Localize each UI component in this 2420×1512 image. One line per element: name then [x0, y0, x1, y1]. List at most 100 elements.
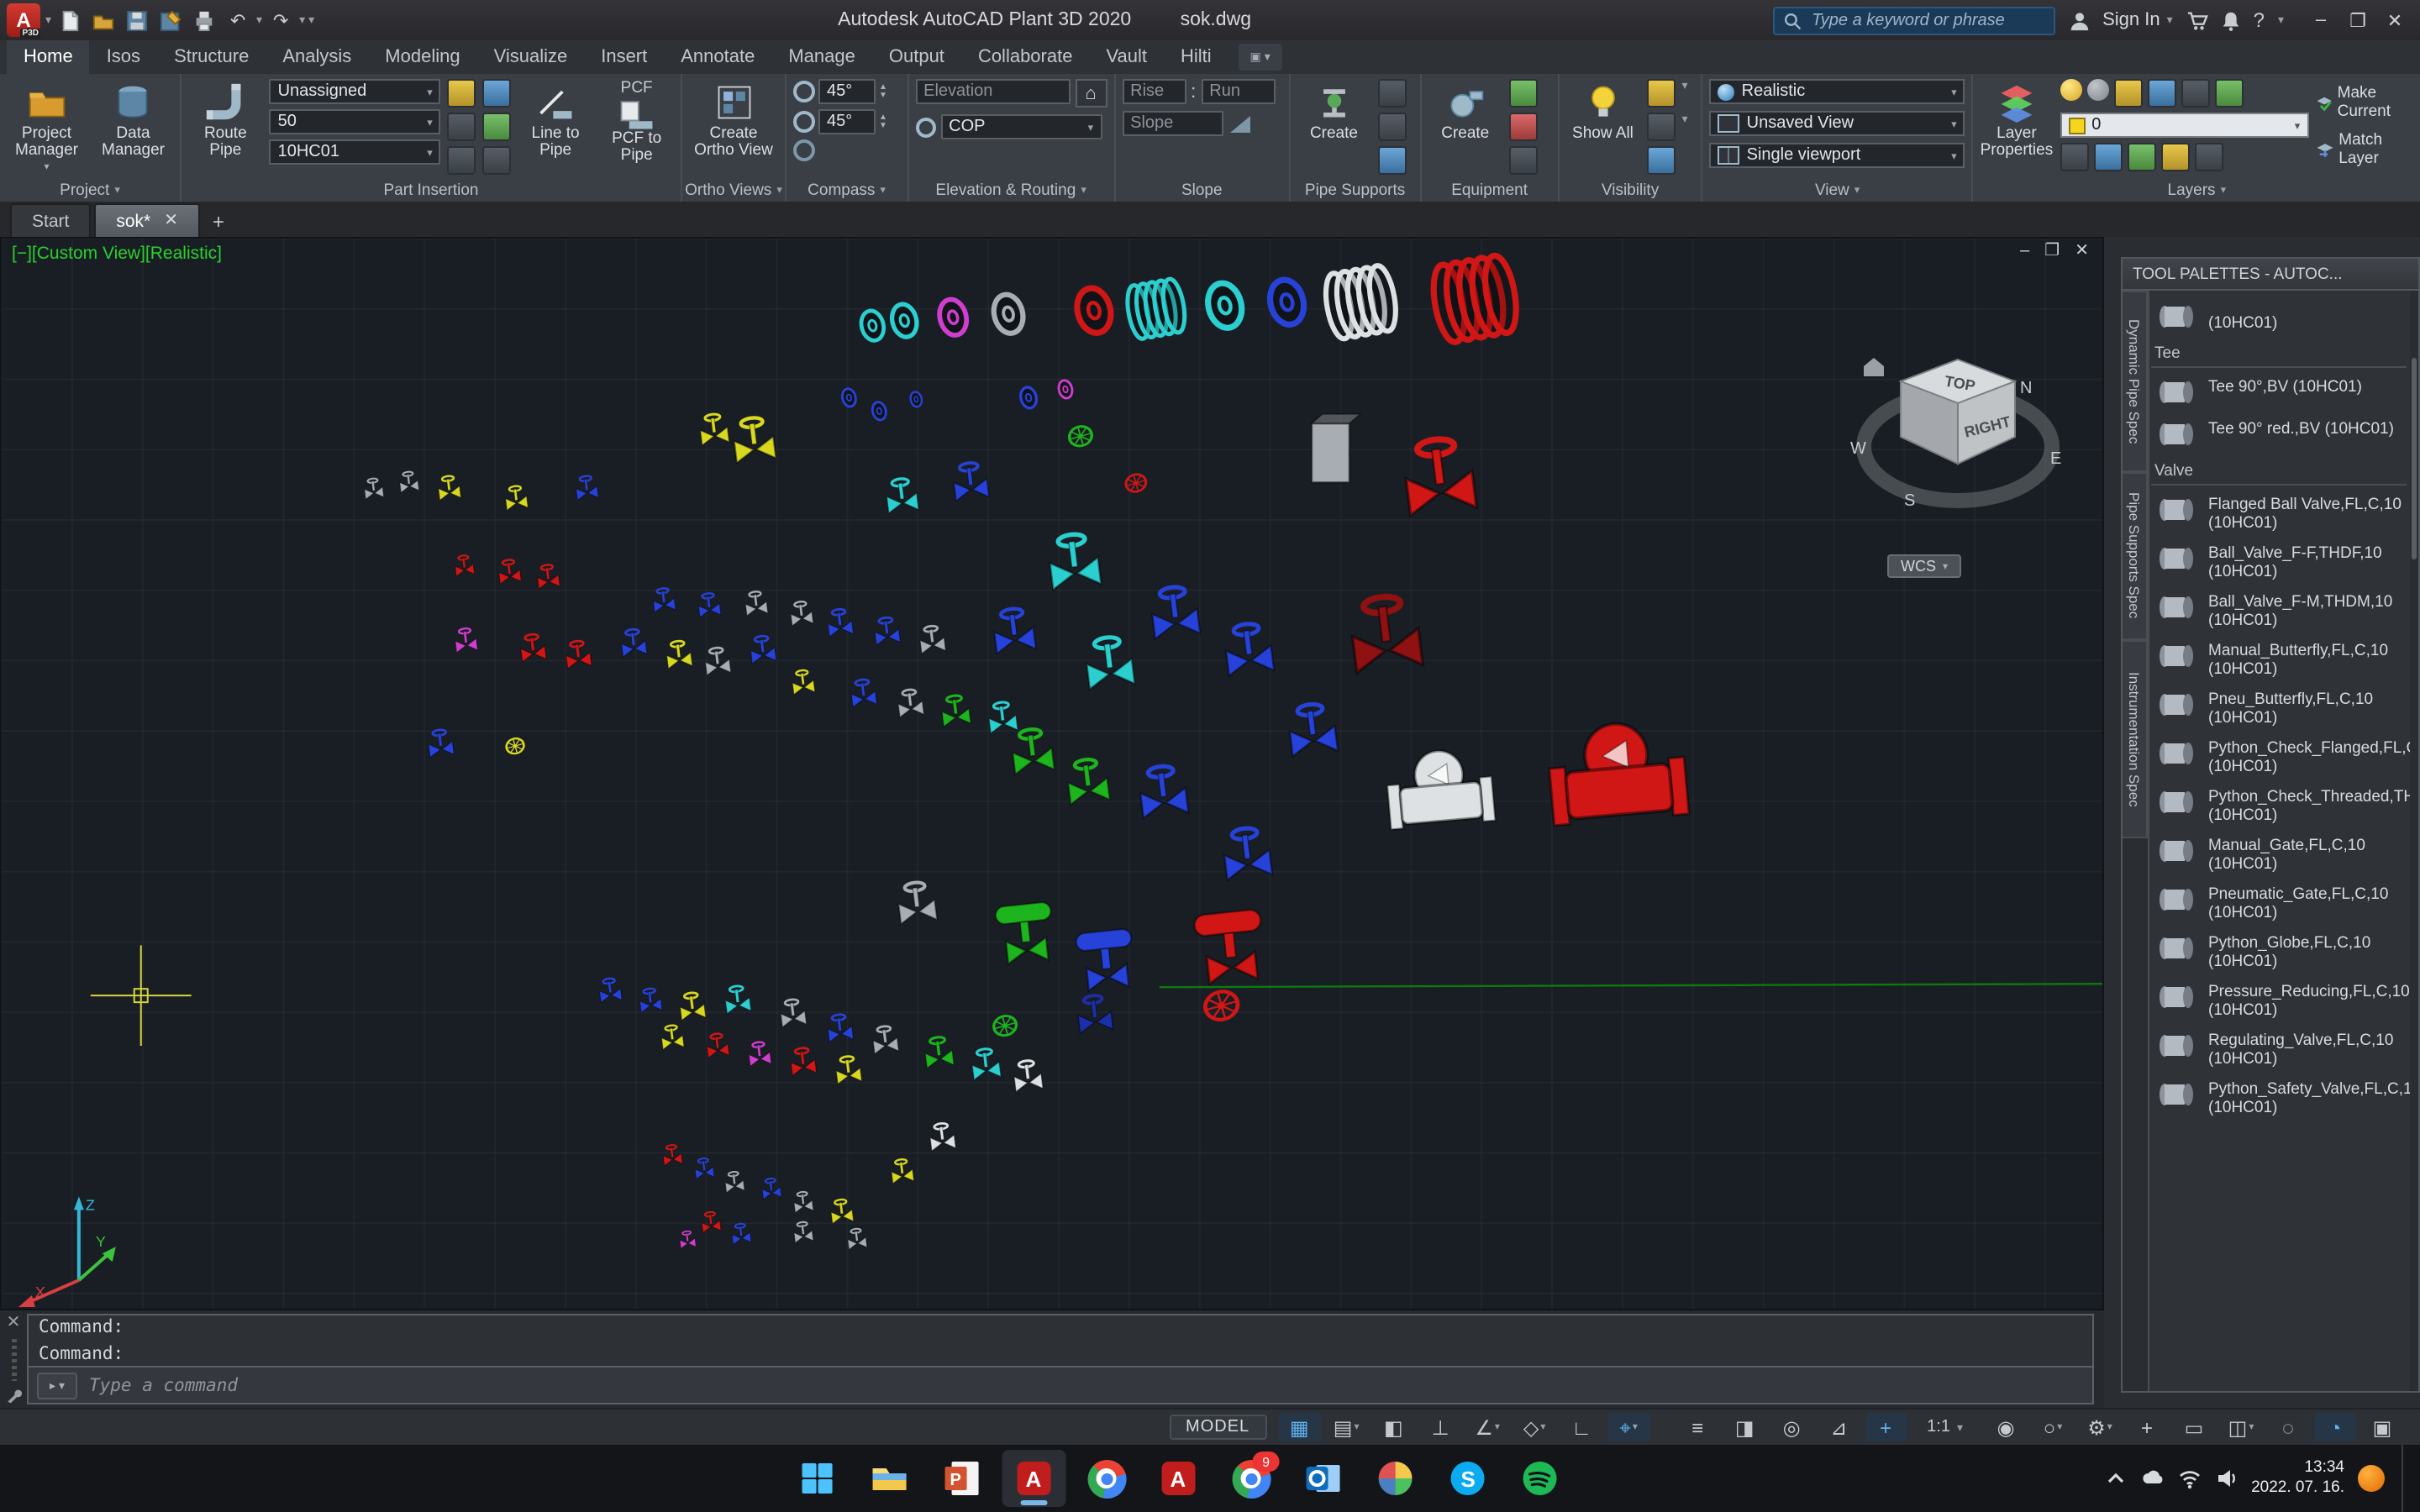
close-button[interactable]: ✕ [2376, 3, 2413, 37]
viewcube-east[interactable]: E [2050, 449, 2061, 468]
palette-item[interactable]: Ball_Valve_F-F,THDF,10 (10HC01) [2151, 538, 2407, 586]
model[interactable] [936, 297, 971, 338]
palette-item[interactable]: Python_Check_Threaded,THDF,10 (10HC01) [2151, 781, 2407, 830]
model[interactable] [1428, 254, 1521, 344]
taskbar-app-chrome-2-icon[interactable]: 9 [1219, 1450, 1283, 1507]
palette-tab-dynamic-pipe-spec[interactable]: Dynamic Pipe Spec [2123, 291, 2148, 472]
model[interactable] [840, 387, 857, 408]
model[interactable] [1065, 758, 1110, 805]
palette-item[interactable]: Manual_Butterfly,FL,C,10 (10HC01) [2151, 635, 2407, 684]
ortho-mode-button[interactable]: ⊥ [1419, 1413, 1461, 1441]
edit-support-icon[interactable] [1377, 146, 1406, 175]
model[interactable] [791, 669, 814, 695]
model[interactable] [427, 728, 454, 758]
panel-label-equipment[interactable]: Equipment [1422, 178, 1558, 202]
snap-mode-button[interactable]: ▤▾ [1325, 1413, 1367, 1441]
palette-tab-instrumentation-spec[interactable]: Instrumentation Spec [2123, 640, 2148, 838]
model[interactable] [923, 1036, 954, 1068]
model[interactable] [1076, 928, 1137, 991]
new-drawing-tab-button[interactable]: + [203, 207, 234, 237]
model[interactable] [662, 1144, 682, 1166]
model[interactable] [1223, 622, 1275, 676]
model[interactable] [1546, 718, 1689, 826]
model[interactable] [873, 617, 900, 646]
model[interactable] [871, 401, 887, 422]
model[interactable] [992, 1013, 1018, 1037]
detach-support-icon[interactable] [1377, 113, 1406, 141]
panel-label-elevation-routing[interactable]: Elevation & Routing▾ [908, 178, 1113, 202]
palette-group-valve[interactable]: Valve [2151, 455, 2407, 486]
model[interactable] [990, 291, 1027, 336]
sign-in-button[interactable]: Sign In▾ [2102, 10, 2175, 30]
model[interactable] [437, 475, 460, 500]
substitute-part-icon[interactable] [483, 113, 512, 141]
model[interactable] [398, 470, 418, 492]
taskbar-app-outlook-icon[interactable] [1292, 1450, 1355, 1507]
viewport-controls-label[interactable]: [−][Custom View][Realistic] [12, 244, 222, 264]
open-file-button[interactable] [88, 5, 118, 35]
model[interactable] [1073, 285, 1116, 337]
command-close-icon[interactable]: ✕ [7, 1314, 21, 1332]
model[interactable] [1202, 988, 1241, 1023]
help-button[interactable]: ? [2254, 8, 2265, 32]
help-chevron-icon[interactable]: ▾ [2278, 13, 2284, 27]
model[interactable] [1010, 727, 1055, 774]
palette-item[interactable]: Pressure_Reducing,FL,C,10 (10HC01) [2151, 976, 2407, 1025]
model[interactable] [679, 991, 706, 1021]
model[interactable] [897, 688, 923, 717]
model[interactable] [829, 1199, 853, 1224]
transparency-button[interactable]: ◨ [1723, 1413, 1765, 1441]
viewcube[interactable]: W S E N TOP RIGHT [1847, 336, 2069, 551]
layer-thaw-icon[interactable] [2093, 143, 2122, 171]
model[interactable] [565, 640, 592, 669]
hide-others-icon[interactable] [1646, 113, 1675, 141]
layer-lock-icon[interactable] [2113, 79, 2142, 108]
quick-properties-button[interactable]: ▭ [2173, 1413, 2215, 1441]
model[interactable] [847, 1228, 867, 1250]
make-current-button[interactable]: Make Current [2315, 84, 2413, 121]
redo-button[interactable]: ↷ [266, 5, 296, 35]
model[interactable] [971, 1047, 1001, 1080]
model[interactable] [454, 554, 474, 576]
wcs-button[interactable]: WCS▾ [1887, 554, 1961, 578]
redo-dropdown-icon[interactable]: ▾ [299, 13, 305, 27]
ribbon-display-toggle[interactable]: ▣▾ [1239, 44, 1282, 71]
app-menu-chevron-icon[interactable]: ▾ [45, 13, 51, 27]
pcf-to-pipe-button[interactable]: PCF PCF to Pipe [599, 79, 674, 165]
model[interactable] [519, 633, 546, 663]
model[interactable] [536, 564, 560, 589]
model[interactable] [701, 1211, 721, 1233]
model[interactable] [992, 606, 1036, 654]
model[interactable] [789, 1047, 816, 1076]
model[interactable] [790, 601, 813, 626]
elevation-home-icon[interactable]: ⌂ [1075, 79, 1107, 108]
plot-button[interactable] [189, 5, 219, 35]
command-window[interactable]: Command: Command: ▸▾ [27, 1314, 2094, 1404]
model[interactable] [1312, 414, 1360, 482]
ribbon-tab-modeling[interactable]: Modeling [368, 40, 476, 74]
show-all-button[interactable]: Show All [1565, 79, 1639, 143]
model[interactable] [885, 477, 918, 513]
autoscale-button[interactable]: ○▾ [2032, 1413, 2074, 1441]
ribbon-tab-output[interactable]: Output [872, 40, 961, 74]
model[interactable] [1402, 436, 1476, 516]
grid-button[interactable]: ▦ [1278, 1413, 1320, 1441]
model[interactable] [940, 694, 971, 727]
command-grip-handle[interactable] [11, 1339, 16, 1381]
taskbar-app-file-explorer-icon[interactable] [858, 1450, 922, 1507]
taskbar-app-chrome-icon[interactable] [1075, 1450, 1139, 1507]
object-snap-button[interactable]: ⌖▾ [1607, 1413, 1649, 1441]
lock-ui-button[interactable]: ◫▾ [2220, 1413, 2262, 1441]
taskbar-app-autocad-2-icon[interactable]: A [1147, 1450, 1211, 1507]
palette-item[interactable]: Ball_Valve_F-M,THDM,10 (10HC01) [2151, 586, 2407, 635]
panel-label-layers[interactable]: Layers▾ [1974, 178, 2420, 202]
viewcube-south[interactable]: S [1904, 491, 1915, 510]
model[interactable] [454, 627, 477, 653]
compass-snap-icon[interactable] [793, 111, 815, 133]
model[interactable] [639, 987, 662, 1012]
panel-label-slope[interactable]: Slope [1115, 178, 1288, 202]
palette-item[interactable]: Python_Check_Flanged,FL,C,10 (10HC01) [2151, 732, 2407, 781]
layer-delete-icon[interactable] [2194, 143, 2223, 171]
elevation-input[interactable]: Elevation [915, 79, 1070, 104]
palette-item[interactable]: Manual_Gate,FL,C,10 (10HC01) [2151, 830, 2407, 879]
